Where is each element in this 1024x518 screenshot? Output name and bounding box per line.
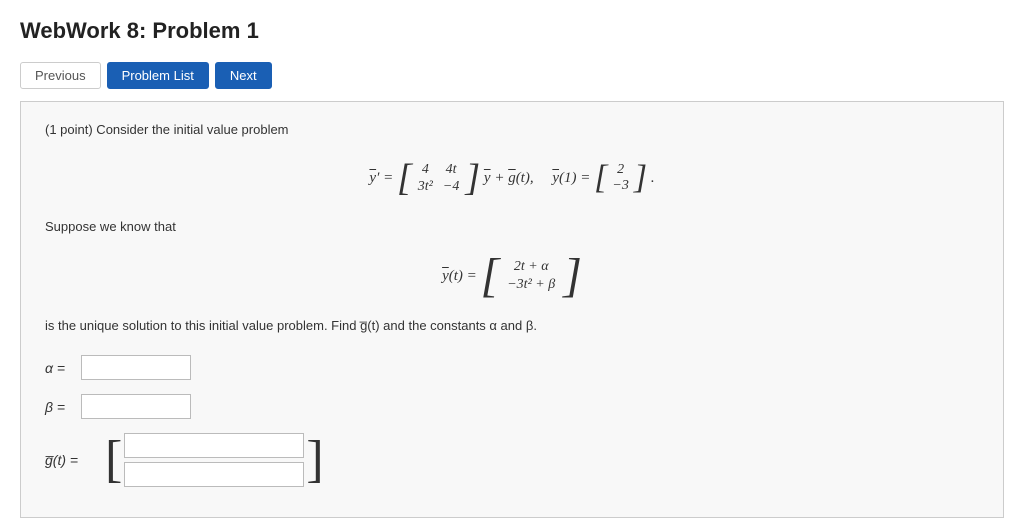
solution-r1: 2t + α (507, 259, 555, 275)
previous-button[interactable]: Previous (20, 62, 101, 89)
right-bracket-icon: ] (306, 434, 323, 486)
unique-text: is the unique solution to this initial v… (45, 318, 979, 333)
left-bracket-icon: [ (105, 434, 122, 486)
solution-r2: −3t² + β (507, 277, 555, 293)
page-title: WebWork 8: Problem 1 (0, 0, 1024, 54)
g1-input[interactable] (124, 433, 304, 458)
alpha-input[interactable] (81, 355, 191, 380)
g-inputs (124, 433, 304, 487)
beta-input[interactable] (81, 394, 191, 419)
intro-text: (1 point) Consider the initial value pro… (45, 122, 979, 137)
next-button[interactable]: Next (215, 62, 272, 89)
ode-equation: y′ = [ 4 4t 3t² −4 ] y + g(t), y(1) = [ … (45, 159, 979, 197)
problem-list-button[interactable]: Problem List (107, 62, 209, 89)
matrix-a11: 4 (418, 162, 433, 178)
beta-label: β = (45, 399, 73, 415)
matrix-a22: −4 (443, 179, 459, 195)
g-label: g̅(t) = (45, 452, 97, 468)
solution-display: y(t) = [ 2t + α −3t² + β ] (45, 252, 979, 300)
problem-box: (1 point) Consider the initial value pro… (20, 101, 1004, 518)
initial-v1: 2 (612, 162, 628, 178)
g-vector-section: g̅(t) = [ ] (45, 433, 979, 487)
g-bracket-container: [ ] (105, 433, 324, 487)
g2-input[interactable] (124, 462, 304, 487)
alpha-row: α = (45, 355, 979, 380)
matrix-a21: 3t² (418, 179, 433, 195)
nav-bar: Previous Problem List Next (0, 54, 1024, 101)
alpha-label: α = (45, 360, 73, 376)
initial-v2: −3 (612, 178, 628, 194)
beta-row: β = (45, 394, 979, 419)
suppose-text: Suppose we know that (45, 219, 979, 234)
matrix-a12: 4t (443, 162, 459, 178)
